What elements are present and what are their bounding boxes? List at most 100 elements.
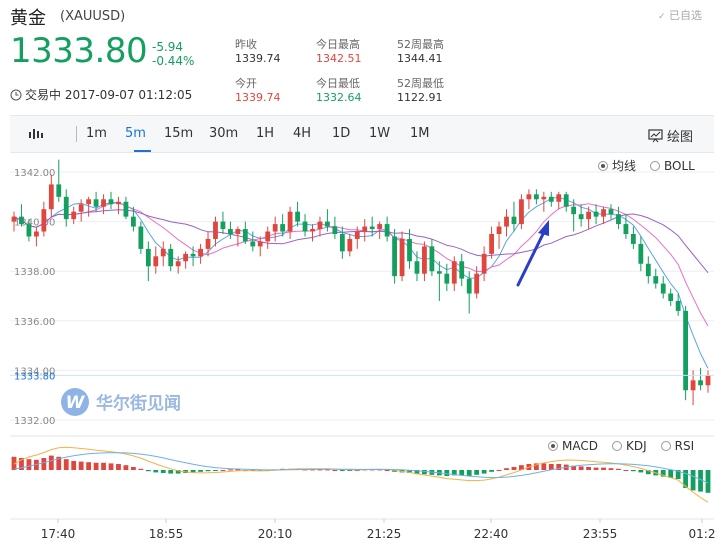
candle-body bbox=[630, 234, 636, 244]
candle-body bbox=[19, 216, 24, 225]
macd-bar bbox=[481, 470, 487, 474]
candle-body bbox=[295, 211, 300, 222]
candle-body bbox=[407, 238, 412, 262]
candle-body bbox=[705, 375, 711, 386]
macd-bar bbox=[578, 466, 584, 470]
candle-body bbox=[362, 226, 368, 232]
candle-body bbox=[48, 184, 54, 210]
macd-bar bbox=[198, 470, 203, 472]
x-tick-label: 17:40 bbox=[41, 527, 76, 541]
macd-bar bbox=[541, 463, 547, 470]
candle-body bbox=[660, 283, 666, 294]
candle-body bbox=[228, 229, 233, 234]
macd-bar bbox=[138, 468, 144, 470]
candle-body bbox=[101, 199, 106, 207]
candle-body bbox=[519, 199, 524, 225]
candle-body bbox=[145, 248, 151, 267]
macd-bar bbox=[130, 467, 136, 470]
candle-body bbox=[645, 263, 651, 277]
macd-bar bbox=[601, 467, 606, 470]
macd-bar bbox=[153, 470, 159, 473]
candle-body bbox=[377, 224, 383, 230]
candle-body bbox=[533, 194, 539, 200]
candle-body bbox=[160, 248, 166, 257]
candle-body bbox=[526, 194, 532, 200]
y-tick-label: 1336.00 bbox=[14, 317, 55, 328]
watermark-text: 华尔街见闻 bbox=[96, 393, 181, 414]
candle-body bbox=[623, 224, 629, 234]
watermark-logo-icon: W bbox=[66, 393, 86, 413]
candle-body bbox=[668, 293, 674, 301]
candle-body bbox=[384, 224, 390, 237]
candle-body bbox=[153, 256, 159, 267]
macd-bar bbox=[101, 462, 106, 470]
macd-bar bbox=[41, 458, 47, 470]
macd-bar bbox=[623, 470, 629, 471]
candle-body bbox=[354, 231, 360, 239]
macd-bar bbox=[86, 462, 92, 470]
candle-body bbox=[593, 211, 599, 217]
price-chart[interactable]: 1342.001340.001338.001336.001334.001332.… bbox=[0, 0, 724, 551]
x-tick-label: 21:25 bbox=[367, 527, 402, 541]
macd-bar bbox=[422, 470, 427, 475]
x-tick-label: 18:55 bbox=[149, 527, 184, 541]
candle-body bbox=[310, 229, 315, 232]
candle-body bbox=[63, 196, 69, 220]
macd-bar bbox=[220, 470, 226, 471]
candle-body bbox=[690, 380, 696, 391]
candle-body bbox=[496, 226, 502, 234]
candle-body bbox=[272, 224, 278, 232]
candle-body bbox=[451, 261, 457, 284]
macd-bar bbox=[630, 470, 636, 472]
candle-body bbox=[235, 229, 241, 234]
candle-body bbox=[638, 243, 644, 264]
macd-bar bbox=[474, 470, 480, 475]
macd-bar bbox=[108, 463, 114, 470]
candle-body bbox=[332, 226, 338, 234]
y-tick-label: 1342.00 bbox=[14, 168, 55, 179]
candle-body bbox=[548, 196, 554, 202]
candle-body bbox=[444, 273, 450, 284]
macd-bar bbox=[466, 470, 472, 476]
candle-body bbox=[213, 221, 218, 239]
candle-body bbox=[429, 246, 435, 272]
macd-bar bbox=[93, 462, 99, 470]
candle-body bbox=[123, 201, 129, 217]
candle-body bbox=[56, 184, 62, 197]
macd-bar bbox=[608, 468, 614, 470]
y-tick-label: 1338.00 bbox=[14, 267, 55, 278]
macd-bar bbox=[668, 470, 674, 478]
macd-bar bbox=[705, 470, 711, 493]
macd-bar bbox=[339, 470, 345, 471]
candle-body bbox=[608, 209, 614, 215]
candle-body bbox=[481, 253, 487, 274]
macd-bar bbox=[638, 470, 644, 473]
macd-bar bbox=[205, 470, 211, 472]
candle-body bbox=[116, 201, 121, 205]
candle-body bbox=[190, 253, 196, 257]
candle-body bbox=[325, 221, 330, 227]
candle-body bbox=[130, 216, 136, 227]
macd-bar bbox=[384, 470, 390, 471]
x-tick-label: 23:55 bbox=[583, 527, 618, 541]
macd-bar bbox=[511, 467, 517, 470]
candle-body bbox=[302, 221, 308, 232]
macd-bar bbox=[116, 464, 121, 470]
candle-body bbox=[556, 194, 562, 202]
candle-body bbox=[93, 199, 99, 207]
macd-bar bbox=[168, 470, 174, 474]
candle-body bbox=[347, 238, 353, 252]
macd-bar bbox=[63, 459, 69, 470]
macd-bar bbox=[78, 461, 84, 470]
candle-body bbox=[392, 236, 397, 277]
macd-bar bbox=[459, 470, 465, 476]
macd-bar bbox=[160, 470, 166, 473]
candle-body bbox=[578, 214, 584, 220]
candle-body bbox=[183, 253, 189, 262]
candle-body bbox=[280, 224, 286, 232]
macd-bar bbox=[48, 455, 54, 470]
x-tick-label: 22:40 bbox=[474, 527, 509, 541]
candle-body bbox=[257, 241, 263, 247]
macd-bar bbox=[228, 469, 233, 471]
candle-body bbox=[466, 278, 472, 294]
